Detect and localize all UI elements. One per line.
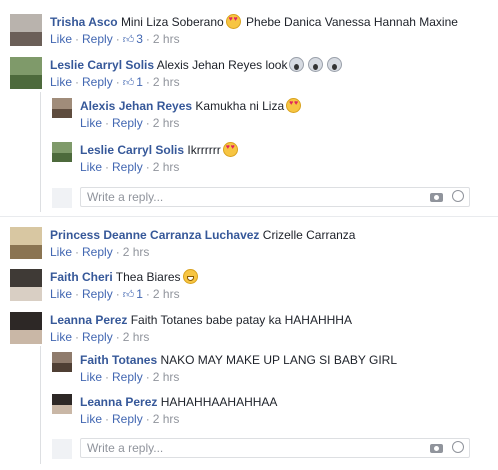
reply: Leanna Perez HAHAHHAAHAHHAA Like · Reply · 2… (52, 394, 277, 427)
timestamp[interactable]: 2 hrs (123, 245, 150, 259)
like-button[interactable]: Like (80, 116, 102, 130)
thread-line (40, 92, 41, 212)
reply-button[interactable]: Reply (112, 370, 143, 384)
reply-button[interactable]: Reply (112, 160, 143, 174)
avatar[interactable] (10, 227, 42, 259)
reply-box (80, 187, 470, 207)
reply: Leslie Carryl Solis Ikrrrrrr Like·Reply·… (52, 142, 240, 175)
camera-icon[interactable] (425, 190, 447, 205)
comment: Trisha Asco Mini Liza Soberano Phebe Dan… (10, 14, 458, 48)
scream-emoji-icon (308, 57, 324, 72)
reply-button[interactable]: Reply (112, 116, 143, 130)
avatar[interactable] (10, 269, 42, 301)
like-button[interactable]: Like (80, 412, 102, 426)
heart-eyes-emoji-icon (222, 142, 238, 157)
reply: Faith Totanes NAKO MAY MAKE UP LANG SI B… (52, 352, 397, 385)
reply-button[interactable]: Reply (82, 287, 113, 301)
comment: Leanna Perez Faith Totanes babe patay ka… (10, 312, 352, 345)
like-count[interactable]: 3 (136, 32, 143, 46)
comment-author[interactable]: Leslie Carryl Solis (50, 58, 154, 72)
thread-line (40, 346, 41, 464)
thumbs-up-icon[interactable]: 👍︎ (123, 32, 135, 48)
reply-author[interactable]: Faith Totanes (80, 353, 157, 367)
reply-text: Kamukha ni Liza (195, 99, 285, 113)
current-user-avatar (52, 188, 72, 208)
reply-text: NAKO MAY MAKE UP LANG SI BABY GIRL (160, 353, 397, 367)
heart-eyes-emoji-icon (225, 14, 241, 29)
timestamp[interactable]: 2 hrs (153, 32, 180, 46)
comment-author[interactable]: Faith Cheri (50, 270, 113, 284)
scream-emoji-icon (289, 57, 305, 72)
comment-text: Faith Totanes babe patay ka HAHAHHHA (130, 313, 352, 327)
reply-input[interactable] (81, 441, 425, 455)
smiley-icon[interactable] (447, 440, 469, 456)
comment-author[interactable]: Trisha Asco (50, 15, 118, 29)
comment-text: Alexis Jehan Reyes look (156, 58, 288, 72)
reply-button[interactable]: Reply (82, 75, 113, 89)
reply-button[interactable]: Reply (112, 412, 143, 426)
timestamp[interactable]: 2 hrs (123, 330, 150, 344)
reply-button[interactable]: Reply (82, 245, 113, 259)
reply-button[interactable]: Reply (82, 330, 113, 344)
comment-text: Thea Biares (115, 270, 181, 284)
avatar[interactable] (52, 394, 72, 414)
grinning-emoji-icon (182, 269, 198, 284)
like-button[interactable]: Like (50, 330, 72, 344)
avatar[interactable] (10, 57, 42, 89)
like-button[interactable]: Like (50, 75, 72, 89)
thumbs-up-icon[interactable]: 👍︎ (123, 75, 135, 91)
reply-author[interactable]: Alexis Jehan Reyes (80, 99, 192, 113)
current-user-avatar (52, 439, 72, 459)
camera-icon[interactable] (425, 441, 447, 456)
like-button[interactable]: Like (50, 287, 72, 301)
comment: Faith Cheri Thea Biares Like · Reply · 👍︎ 1 · 2… (10, 269, 200, 303)
comment-text: Mini Liza Soberano (120, 15, 224, 29)
timestamp[interactable]: 2 hrs (153, 412, 180, 426)
timestamp[interactable]: 2 hrs (153, 116, 180, 130)
avatar[interactable] (52, 352, 72, 372)
like-button[interactable]: Like (50, 245, 72, 259)
reply-button[interactable]: Reply (82, 32, 113, 46)
like-button[interactable]: Like (50, 32, 72, 46)
like-button[interactable]: Like (80, 370, 102, 384)
avatar[interactable] (52, 142, 72, 162)
reply-text: HAHAHHAAHAHHAA (160, 395, 278, 409)
like-button[interactable]: Like (80, 160, 102, 174)
thumbs-up-icon[interactable]: 👍︎ (123, 287, 135, 303)
reply-box (80, 438, 470, 458)
like-count[interactable]: 1 (136, 75, 143, 89)
timestamp[interactable]: 2 hrs (153, 160, 180, 174)
comment-text-tagged: Phebe Danica Vanessa Hannah Maxine (246, 15, 458, 29)
smiley-icon[interactable] (447, 189, 469, 205)
timestamp[interactable]: 2 hrs (153, 75, 180, 89)
reply-author[interactable]: Leslie Carryl Solis (80, 143, 184, 157)
reply: Alexis Jehan Reyes Kamukha ni Liza Like·… (52, 98, 303, 131)
comment-author[interactable]: Princess Deanne Carranza Luchavez (50, 228, 259, 242)
comment: Leslie Carryl Solis Alexis Jehan Reyes l… (10, 57, 344, 91)
like-count[interactable]: 1 (136, 287, 143, 301)
comment-text: Crizelle Carranza (262, 228, 356, 242)
divider (0, 216, 498, 217)
reply-input[interactable] (81, 190, 425, 204)
comment: Princess Deanne Carranza Luchavez Crizel… (10, 227, 355, 260)
scream-emoji-icon (327, 57, 343, 72)
reply-author[interactable]: Leanna Perez (80, 395, 157, 409)
avatar[interactable] (10, 14, 42, 46)
heart-eyes-emoji-icon (286, 98, 302, 113)
timestamp[interactable]: 2 hrs (153, 287, 180, 301)
avatar[interactable] (52, 98, 72, 118)
avatar[interactable] (10, 312, 42, 344)
timestamp[interactable]: 2 hrs (153, 370, 180, 384)
comment-author[interactable]: Leanna Perez (50, 313, 127, 327)
reply-text: Ikrrrrrr (187, 143, 221, 157)
